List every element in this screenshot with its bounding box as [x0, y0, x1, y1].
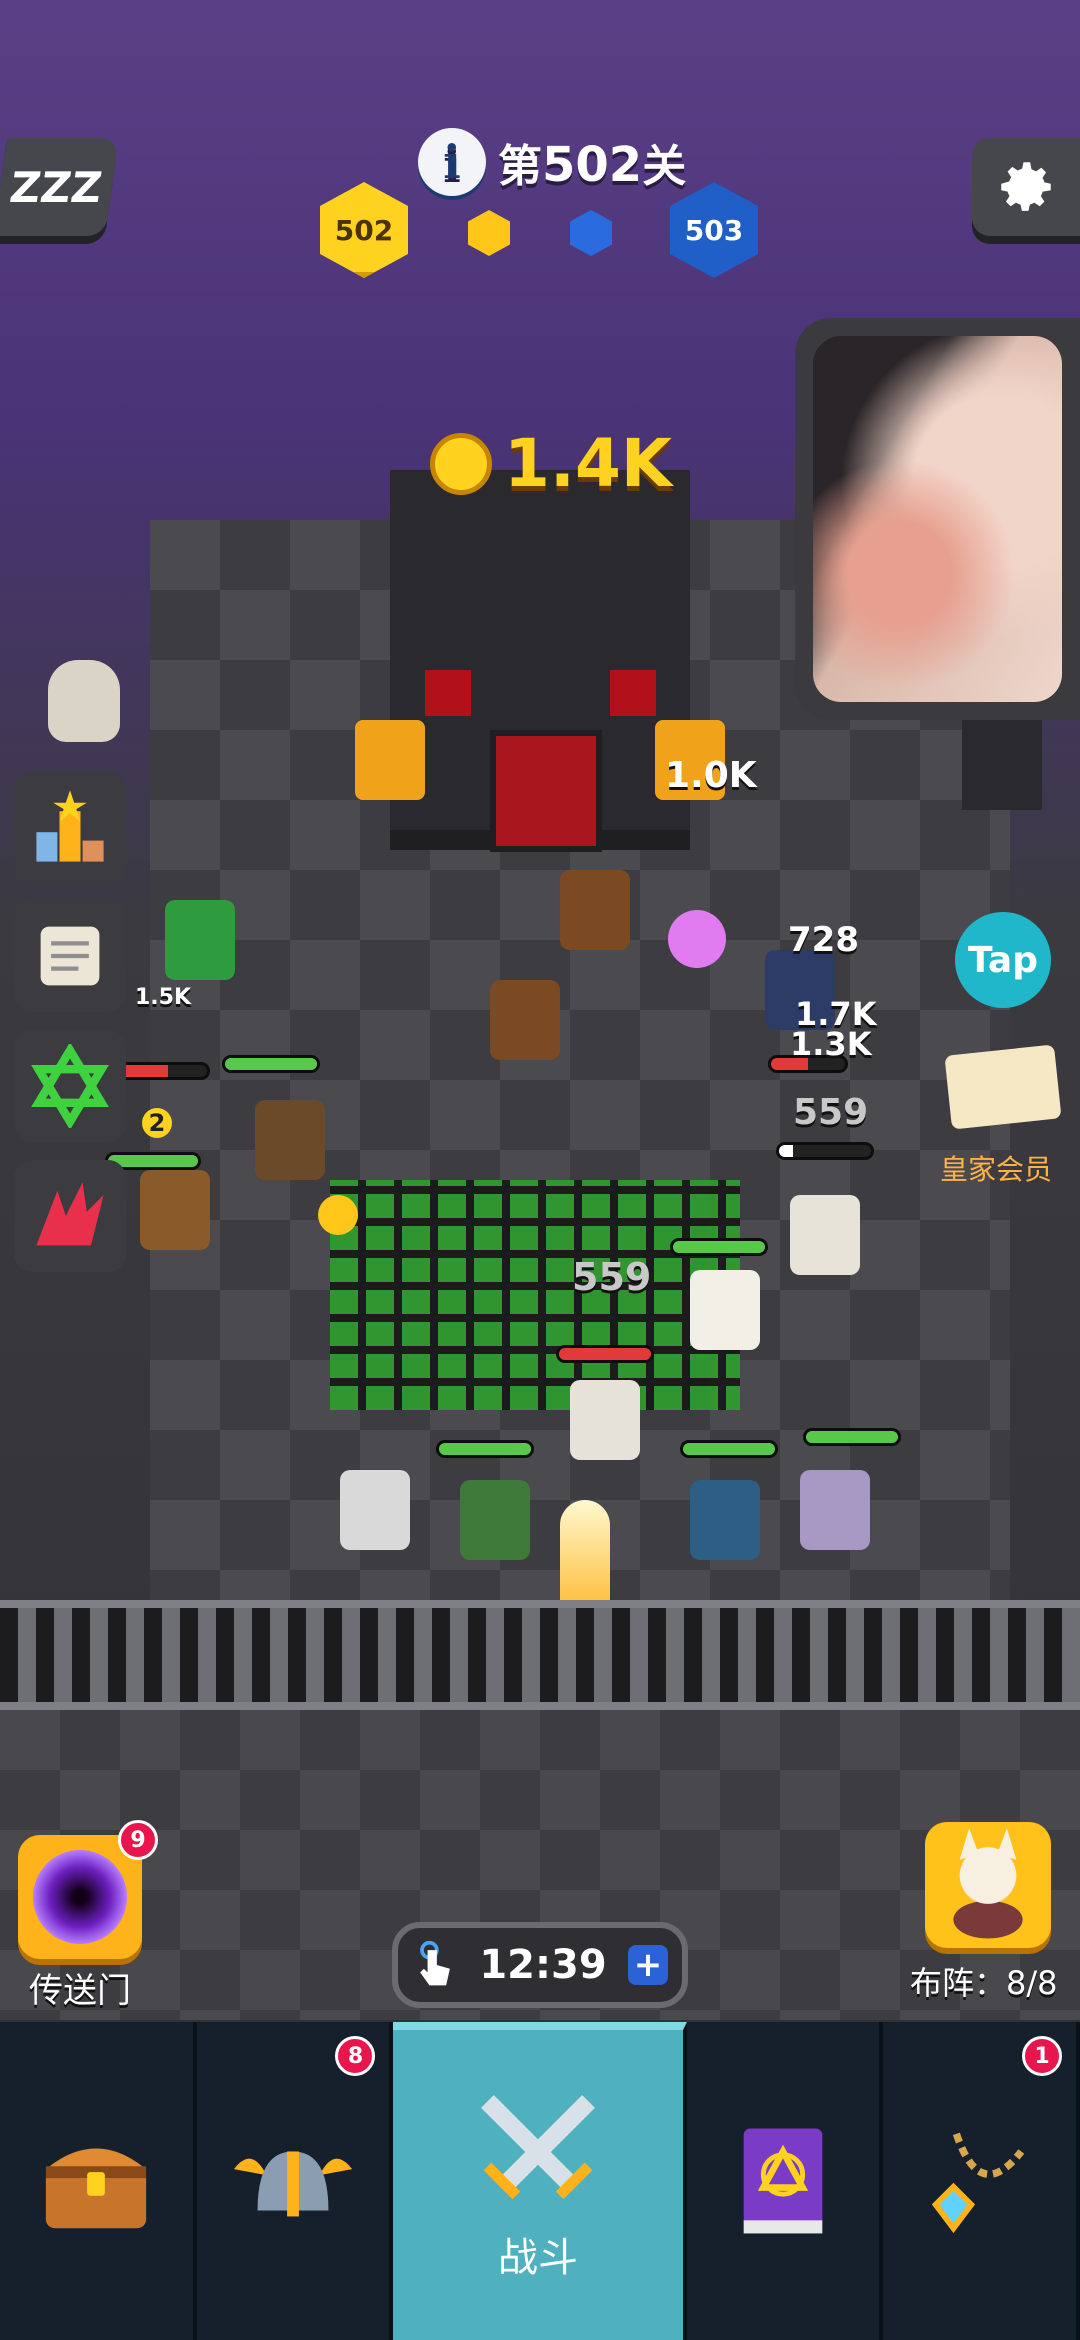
enemy-rogue-unit: [560, 870, 630, 950]
info-icon[interactable]: i: [418, 128, 486, 196]
hexagram-icon: [31, 1044, 109, 1128]
goblin-unit: [165, 900, 235, 980]
unit-star-level: 2: [142, 1108, 172, 1138]
magic-orb: [668, 910, 726, 968]
add-time-button[interactable]: +: [627, 1945, 668, 1985]
health-bar: [222, 1055, 320, 1073]
damage-number: 1.0K: [665, 755, 757, 796]
claw-slash-icon: [36, 1182, 104, 1246]
nav-tab-battle-label: 战斗: [498, 2235, 579, 2281]
crossed-swords-icon: [481, 2095, 595, 2200]
damage-number: 728: [788, 920, 859, 960]
health-bar: [670, 1238, 768, 1256]
portal-vortex-icon: [33, 1850, 127, 1944]
heroes-badge: 8: [335, 2036, 376, 2076]
battle-timer: 12:39 +: [392, 1922, 688, 2008]
druid-unit: [800, 1470, 870, 1550]
formation-label: 布阵：8/8: [910, 1964, 1058, 2002]
enemy-skeleton-unit: [790, 1195, 860, 1275]
crossbow-unit: [255, 1100, 325, 1180]
archer-unit: [490, 980, 560, 1060]
amulet-icon: [931, 2132, 1024, 2234]
gold-coin-icon: [430, 432, 492, 495]
hero-portrait-icon: [953, 1828, 1023, 1939]
axe-warrior-unit: [140, 1170, 210, 1250]
trophy-podium-icon: [36, 790, 104, 862]
progress-gem-gold-icon: [468, 210, 510, 256]
level-number: 502: [542, 137, 643, 193]
level-suffix: 关: [642, 141, 687, 192]
progress-gem-blue-icon: [570, 210, 612, 256]
castle-banner-right: [610, 670, 656, 716]
nav-tab-spellbook[interactable]: [687, 2022, 884, 2340]
damage-number: 1.5K: [135, 985, 192, 1010]
camera-overlay: [795, 318, 1080, 720]
dark-pillar: [962, 720, 1042, 810]
castle-banner-left: [425, 670, 471, 716]
settings-button[interactable]: [972, 138, 1080, 236]
nav-tab-chest[interactable]: [0, 2022, 197, 2340]
damage-number: 559: [793, 1092, 869, 1133]
nav-tab-treasure[interactable]: 1: [883, 2022, 1080, 2340]
knight-unit: [340, 1470, 410, 1550]
health-bar: [680, 1440, 778, 1458]
health-bar: [436, 1440, 534, 1458]
level-title: i 第502关: [418, 128, 686, 196]
camera-feed: [813, 336, 1062, 702]
health-bar: [776, 1142, 874, 1160]
castle-gate: [490, 730, 602, 852]
paladin-unit: [690, 1270, 760, 1350]
damage-number: 559: [572, 1255, 652, 1299]
bottom-nav: 8 战斗 1: [0, 2022, 1080, 2340]
current-level-badge: 502: [320, 182, 408, 278]
level-prefix: 第: [498, 141, 542, 192]
vip-ticket-icon[interactable]: [944, 1044, 1062, 1130]
ranger-unit: [460, 1480, 530, 1560]
sleep-button[interactable]: ZZZ: [0, 138, 119, 236]
enemy-ghoul-unit: [570, 1380, 640, 1460]
timer-value: 12:39: [479, 1942, 607, 1988]
sleep-icon: ZZZ: [6, 162, 106, 212]
health-bar: [118, 1062, 210, 1080]
formation-button[interactable]: [925, 1822, 1051, 1948]
castle-gold-reward: 1.4K: [430, 425, 672, 502]
scroll-icon: [40, 926, 100, 986]
health-bar: [803, 1428, 901, 1446]
vip-label[interactable]: 皇家会员: [940, 1148, 1052, 1188]
quest-scroll-button[interactable]: [14, 900, 126, 1012]
dropped-coin-icon: [318, 1195, 358, 1235]
tap-button[interactable]: Tap: [955, 912, 1051, 1008]
health-bar: [556, 1345, 654, 1363]
treasure-badge: 1: [1022, 2036, 1063, 2076]
portal-label[interactable]: 传送门: [18, 1963, 142, 2012]
viking-helmet-icon: [234, 2151, 353, 2217]
hexagram-button[interactable]: [14, 1030, 126, 1142]
leaderboard-button[interactable]: [14, 772, 126, 884]
iron-fence: [0, 1600, 1080, 1710]
castle-gold-value: 1.4K: [504, 425, 673, 502]
mage-unit: [690, 1480, 760, 1560]
grass-field: [330, 1180, 740, 1410]
treasure-chest-icon: [46, 2148, 147, 2229]
gear-icon: [1001, 162, 1051, 211]
nav-tab-heroes[interactable]: 8: [197, 2022, 394, 2340]
tap-hand-icon: [420, 1940, 450, 1986]
portal-badge: 9: [118, 1820, 158, 1860]
skull-statue-icon: [48, 660, 120, 742]
next-level-badge: 503: [670, 182, 758, 278]
fire-brazier-left: [355, 720, 425, 800]
nav-tab-battle[interactable]: 战斗: [393, 2022, 687, 2340]
spell-book-icon: [743, 2128, 823, 2234]
damage-number: 1.3K: [790, 1025, 872, 1063]
rage-button[interactable]: [14, 1160, 126, 1272]
